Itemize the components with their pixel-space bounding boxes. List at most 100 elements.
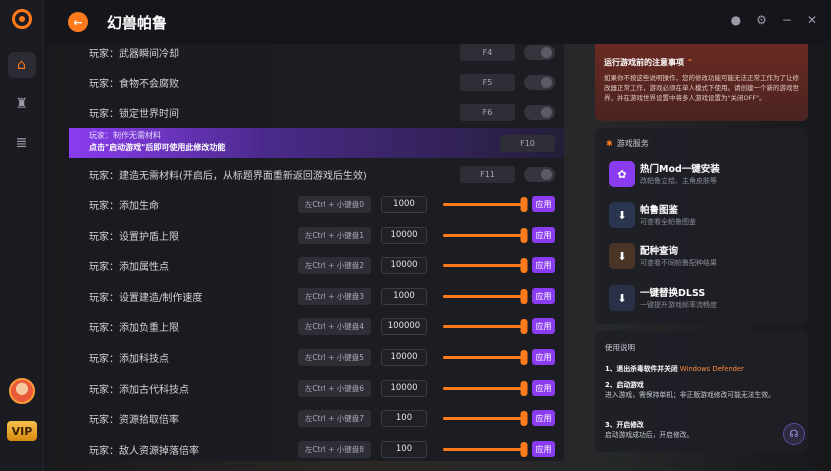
value-slider[interactable] (443, 441, 528, 457)
chevron-up-icon[interactable]: ⌃ (687, 58, 694, 67)
download-icon: ⬇ (609, 202, 635, 228)
cheat-label: 玩家：武器瞬间冷却 (89, 48, 179, 60)
hotkey-badge: F11 (460, 165, 515, 183)
record-icon[interactable]: ● (731, 13, 741, 27)
value-slider[interactable] (443, 257, 528, 273)
list-item: 玩家：锁定世界时间 F6 (69, 97, 564, 127)
apply-button[interactable]: 应用 (532, 318, 555, 334)
close-icon[interactable]: ✕ (807, 13, 817, 27)
list-item: 玩家：添加科技点 左Ctrl + 小键盘5 10000 应用 (69, 342, 564, 372)
vip-badge[interactable]: VIP (7, 421, 37, 441)
service-item[interactable]: ⬇ 配种查询 可查看不同帕鲁配种结果 (609, 241, 799, 271)
back-arrow-icon[interactable]: ← (68, 12, 88, 32)
app-logo-icon (11, 9, 32, 29)
cheat-label: 玩家：制作无需材料 (89, 131, 161, 140)
cheat-list[interactable]: 玩家：武器瞬间冷却 F4 玩家：食物不会腐败 F5 玩家：锁定世界时间 F6 玩… (69, 44, 564, 461)
avatar[interactable] (9, 378, 35, 404)
value-slider[interactable] (443, 349, 528, 365)
usage-step-1: 1、退出杀毒软件并关闭 Windows Defender (605, 365, 744, 373)
service-desc: 可查看全帕鲁图鉴 (640, 218, 696, 226)
cheat-toggle[interactable] (524, 104, 555, 120)
cheat-toggle[interactable] (524, 166, 555, 182)
service-title: 一键替换DLSS (640, 288, 706, 299)
cheat-label: 玩家：设置建造/制作速度 (89, 292, 203, 304)
slider-fill (443, 294, 525, 298)
list-item: 玩家：添加负重上限 左Ctrl + 小键盘4 100000 应用 (69, 311, 564, 341)
value-input[interactable]: 100 (381, 409, 427, 427)
apply-button[interactable]: 应用 (532, 288, 555, 304)
locked-hint: 点击"启动游戏"后即可使用此修改功能 (89, 143, 226, 152)
value-input[interactable]: 100 (381, 440, 427, 458)
value-slider[interactable] (443, 380, 528, 396)
value-input[interactable]: 100000 (381, 317, 427, 335)
slider-handle[interactable] (520, 380, 528, 396)
slider-handle[interactable] (520, 441, 528, 457)
layers-icon[interactable]: ≣ (8, 130, 36, 156)
slider-handle[interactable] (520, 227, 528, 243)
value-slider[interactable] (443, 227, 528, 243)
headset-icon[interactable]: ☊ (783, 423, 805, 445)
notice-panel: 运行游戏前的注意事项 ⌃ 如果你不按这些说明操作，您的修改功能可能无法正常工作为… (595, 44, 808, 121)
slider-handle[interactable] (520, 349, 528, 365)
service-desc: 可查看不同帕鲁配种结果 (640, 259, 717, 267)
value-slider[interactable] (443, 196, 528, 212)
slider-handle[interactable] (520, 257, 528, 273)
service-item[interactable]: ⬇ 帕鲁图鉴可查看全帕鲁图鉴 (609, 200, 799, 230)
hotkey-combo: 左Ctrl + 小键盘7 (298, 409, 371, 427)
apply-button[interactable]: 应用 (532, 349, 555, 365)
value-slider[interactable] (443, 318, 528, 334)
usage-step-2: 2、启动游戏 进入游戏，需保持单机；非正版游戏修改可能无法生效。 (605, 381, 775, 399)
value-slider[interactable] (443, 288, 528, 304)
hotkey-badge: F4 (460, 44, 515, 61)
hotkey-combo: 左Ctrl + 小键盘6 (298, 379, 371, 397)
value-input[interactable]: 10000 (381, 256, 427, 274)
home-icon[interactable]: ⌂ (7, 52, 36, 78)
list-item: 玩家：添加古代科技点 左Ctrl + 小键盘6 10000 应用 (69, 373, 564, 403)
apply-button[interactable]: 应用 (532, 196, 555, 212)
value-input[interactable]: 10000 (381, 348, 427, 366)
list-item: 玩家：设置护盾上限 左Ctrl + 小键盘1 10000 应用 (69, 220, 564, 250)
service-item[interactable]: ⬇ 一键替换DLSS 一键提升游戏帧率流畅度 (609, 283, 799, 313)
minimize-icon[interactable]: − (782, 13, 792, 27)
slider-fill (443, 355, 525, 359)
value-slider[interactable] (443, 410, 528, 426)
slider-handle[interactable] (520, 196, 528, 212)
list-item: 玩家：设置建造/制作速度 左Ctrl + 小键盘3 1000 应用 (69, 281, 564, 311)
services-panel: ✱ 游戏服务 ✿ 热门Mod一键安装 改帕鲁立绘、主角皮肤等 ⬇ 帕鲁图鉴 可查看全帕鲁图… (595, 128, 808, 324)
download-icon: ⬇ (609, 285, 635, 311)
cheat-label: 玩家：添加科技点 (89, 353, 169, 365)
cheat-toggle[interactable] (524, 44, 555, 60)
cheat-label: 玩家：设置护盾上限 (89, 231, 179, 243)
notice-body: 如果你不按这些说明操作，您的修改功能可能无法正常工作为了让修改器正常工作，游戏必… (604, 74, 799, 102)
value-input[interactable]: 10000 (381, 226, 427, 244)
apply-button[interactable]: 应用 (532, 441, 555, 457)
service-title: 帕鲁图鉴 (640, 205, 679, 216)
locked-list-item: 玩家：制作无需材料 点击"启动游戏"后即可使用此修改功能 F10 (69, 128, 564, 158)
service-title: 配种查询 (640, 246, 679, 257)
cheat-label: 玩家：建造无需材料(开启后，从标题界面重新返回游戏后生效) (89, 170, 367, 182)
hotkey-combo: 左Ctrl + 小键盘1 (298, 226, 371, 244)
list-item: 玩家：建造无需材料(开启后，从标题界面重新返回游戏后生效) F11 (69, 159, 564, 189)
usage-header: 使用说明 (605, 343, 635, 352)
value-input[interactable]: 1000 (381, 287, 427, 305)
service-item[interactable]: ✿ 热门Mod一键安装 改帕鲁立绘、主角皮肤等 (609, 159, 799, 189)
window-controls: ● ⚙ − ✕ (731, 13, 817, 27)
value-input[interactable]: 1000 (381, 195, 427, 213)
apply-button[interactable]: 应用 (532, 227, 555, 243)
slider-fill (443, 386, 525, 390)
header: ← 幻兽帕鲁 ● ⚙ − ✕ (44, 0, 831, 44)
value-input[interactable]: 10000 (381, 379, 427, 397)
list-item: 玩家：武器瞬间冷却 F4 (69, 44, 564, 67)
slider-handle[interactable] (520, 318, 528, 334)
apply-button[interactable]: 应用 (532, 410, 555, 426)
cheat-label: 玩家：添加生命 (89, 200, 159, 212)
cheat-toggle[interactable] (524, 74, 555, 90)
gamepad-icon[interactable]: ♜ (8, 91, 36, 117)
slider-handle[interactable] (520, 410, 528, 426)
cheat-label: 玩家：资源拾取倍率 (89, 414, 179, 426)
cheat-label: 玩家：添加古代科技点 (89, 384, 189, 396)
apply-button[interactable]: 应用 (532, 257, 555, 273)
apply-button[interactable]: 应用 (532, 380, 555, 396)
slider-handle[interactable] (520, 288, 528, 304)
settings-icon[interactable]: ⚙ (756, 13, 767, 27)
